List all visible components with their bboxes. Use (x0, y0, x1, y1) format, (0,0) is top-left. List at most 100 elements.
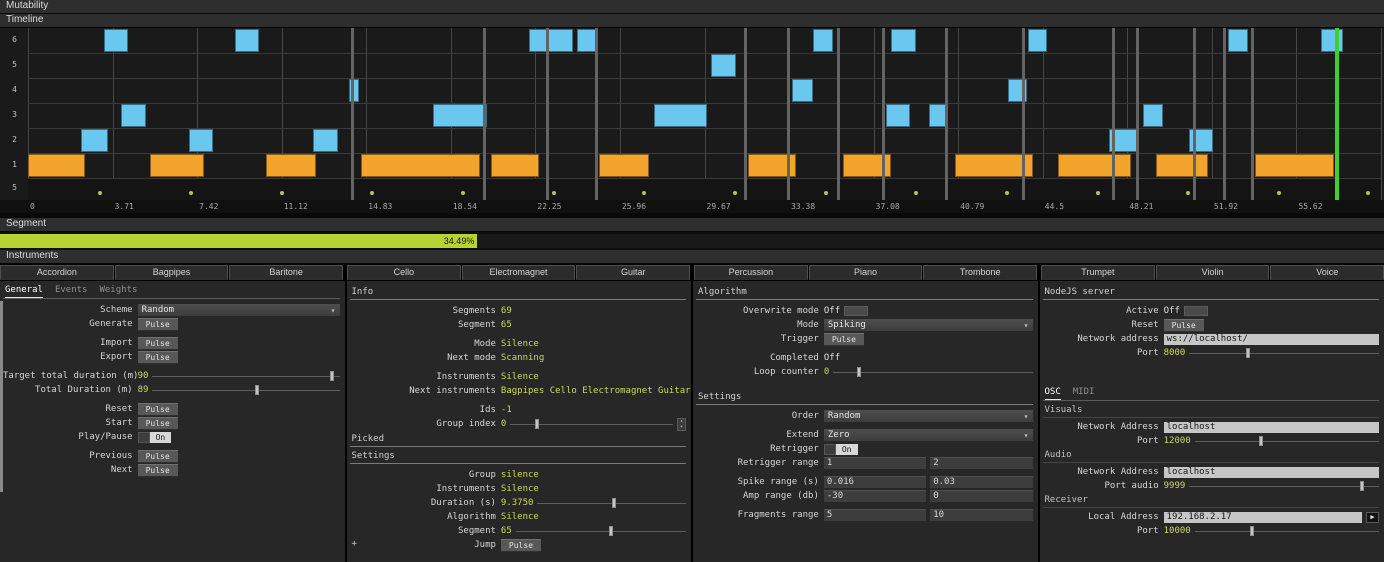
export-button[interactable]: Pulse (138, 351, 178, 364)
timeline-note-block[interactable] (599, 154, 649, 177)
jump-button[interactable]: Pulse (501, 539, 541, 552)
network-address-input[interactable]: ws://localhost/ (1164, 334, 1379, 345)
instrument-tab-guitar[interactable]: Guitar (576, 265, 690, 280)
timeline-note-block[interactable] (235, 29, 259, 52)
timeline-note-block[interactable] (1058, 154, 1131, 177)
instrument-tab-accordion[interactable]: Accordion (0, 265, 114, 280)
instrument-tab-bagpipes[interactable]: Bagpipes (115, 265, 229, 280)
slider-handle[interactable] (1360, 481, 1364, 491)
timeline-note-block[interactable] (711, 54, 735, 77)
timeline-note-block[interactable] (433, 104, 487, 127)
slider-handle[interactable] (857, 367, 861, 377)
segment-progress[interactable]: 34.49% (0, 234, 1384, 248)
tab-general[interactable]: General (5, 284, 43, 298)
amp-range-db-min[interactable]: -30 (824, 490, 926, 502)
timeline-note-block[interactable] (1156, 154, 1207, 177)
fragments-range-min[interactable]: 5 (824, 509, 926, 521)
previous-button[interactable]: Pulse (138, 450, 178, 463)
instrument-tab-violin[interactable]: Violin (1156, 265, 1270, 280)
play-pause-toggle[interactable]: On (138, 432, 172, 443)
trigger-button[interactable]: Pulse (824, 333, 864, 346)
timeline-note-block[interactable] (28, 154, 85, 177)
local-address-input[interactable]: 192.168.2.17 (1164, 512, 1362, 523)
next-button[interactable]: Pulse (138, 464, 178, 477)
timeline-note-block[interactable] (361, 154, 480, 177)
instrument-tab-cello[interactable]: Cello (347, 265, 461, 280)
timeline-note-block[interactable] (792, 79, 812, 102)
generate-button[interactable]: Pulse (138, 318, 178, 331)
retrigger-range-max[interactable]: 2 (930, 457, 1032, 469)
tab-weights[interactable]: Weights (99, 284, 137, 298)
import-button[interactable]: Pulse (138, 337, 178, 350)
port-audio-slider[interactable] (1189, 480, 1379, 492)
add-button[interactable]: + (352, 539, 357, 549)
fragments-range-max[interactable]: 10 (930, 509, 1032, 521)
spinner[interactable]: ▴▾ (677, 418, 686, 431)
timeline-note-block[interactable] (150, 154, 204, 177)
extend-dropdown[interactable]: Zero▾ (824, 429, 1033, 441)
spike-range-s-max[interactable]: 0.03 (930, 476, 1032, 488)
timeline-note-block[interactable] (891, 29, 915, 52)
slider-handle[interactable] (1259, 436, 1263, 446)
slider-handle[interactable] (535, 419, 539, 429)
spike-range-s-min[interactable]: 0.016 (824, 476, 926, 488)
tab-osc[interactable]: OSC (1045, 386, 1061, 400)
timeline-plot-area[interactable] (28, 28, 1381, 200)
slider-handle[interactable] (255, 385, 259, 395)
timeline-note-block[interactable] (813, 29, 833, 52)
network-address-input[interactable]: localhost (1164, 422, 1379, 433)
timeline-note-block[interactable] (104, 29, 128, 52)
order-dropdown[interactable]: Random▾ (824, 410, 1033, 422)
timeline-note-block[interactable] (529, 29, 574, 52)
duration-s-slider[interactable] (537, 497, 686, 509)
port-slider[interactable] (1195, 435, 1379, 447)
instrument-tab-piano[interactable]: Piano (809, 265, 923, 280)
tab-midi[interactable]: MIDI (1073, 386, 1095, 400)
group-index-slider[interactable] (510, 418, 673, 430)
timeline-note-block[interactable] (313, 129, 337, 152)
tab-events[interactable]: Events (55, 284, 88, 298)
timeline-note-block[interactable] (189, 129, 213, 152)
target-total-duration-m-slider[interactable] (152, 370, 339, 382)
instrument-tab-baritone[interactable]: Baritone (229, 265, 343, 280)
instrument-tab-electromagnet[interactable]: Electromagnet (462, 265, 576, 280)
retrigger-toggle[interactable]: On (824, 444, 858, 455)
timeline-note-block[interactable] (81, 129, 108, 152)
instrument-tab-trumpet[interactable]: Trumpet (1041, 265, 1155, 280)
start-button[interactable]: Pulse (138, 417, 178, 430)
instrument-tab-voice[interactable]: Voice (1270, 265, 1384, 280)
timeline-plot[interactable]: 6543215 (0, 28, 1384, 200)
timeline-note-block[interactable] (1143, 104, 1163, 127)
active-toggle[interactable] (1184, 306, 1208, 316)
timeline-note-block[interactable] (886, 104, 910, 127)
timeline-note-block[interactable] (1321, 29, 1343, 52)
reset-button[interactable]: Pulse (1164, 319, 1204, 332)
slider-handle[interactable] (330, 371, 334, 381)
total-duration-m-slider[interactable] (152, 384, 339, 396)
slider-handle[interactable] (612, 498, 616, 508)
timeline-note-block[interactable] (121, 104, 145, 127)
port-slider[interactable] (1189, 347, 1379, 359)
overwrite-mode-toggle[interactable] (844, 306, 868, 316)
timeline-note-block[interactable] (266, 154, 316, 177)
segment-slider[interactable] (516, 525, 686, 537)
scheme-dropdown[interactable]: Random▾ (138, 304, 340, 316)
slider-handle[interactable] (1246, 348, 1250, 358)
timeline-note-block[interactable] (577, 29, 596, 52)
instrument-tab-percussion[interactable]: Percussion (694, 265, 808, 280)
slider-handle[interactable] (1250, 526, 1254, 536)
send-button[interactable]: ▶ (1366, 512, 1379, 523)
timeline-note-block[interactable] (1228, 29, 1248, 52)
scrollbar[interactable] (0, 301, 3, 492)
instrument-tab-trombone[interactable]: Trombone (923, 265, 1037, 280)
timeline-note-block[interactable] (1028, 29, 1047, 52)
timeline-note-block[interactable] (1255, 154, 1333, 177)
timeline-note-block[interactable] (491, 154, 540, 177)
port-slider[interactable] (1195, 525, 1379, 537)
slider-handle[interactable] (609, 526, 613, 536)
network-address-input[interactable]: localhost (1164, 467, 1379, 478)
reset-button[interactable]: Pulse (138, 403, 178, 416)
timeline-note-block[interactable] (654, 104, 707, 127)
loop-counter-slider[interactable] (833, 366, 1032, 378)
mode-dropdown[interactable]: Spiking▾ (824, 319, 1033, 331)
